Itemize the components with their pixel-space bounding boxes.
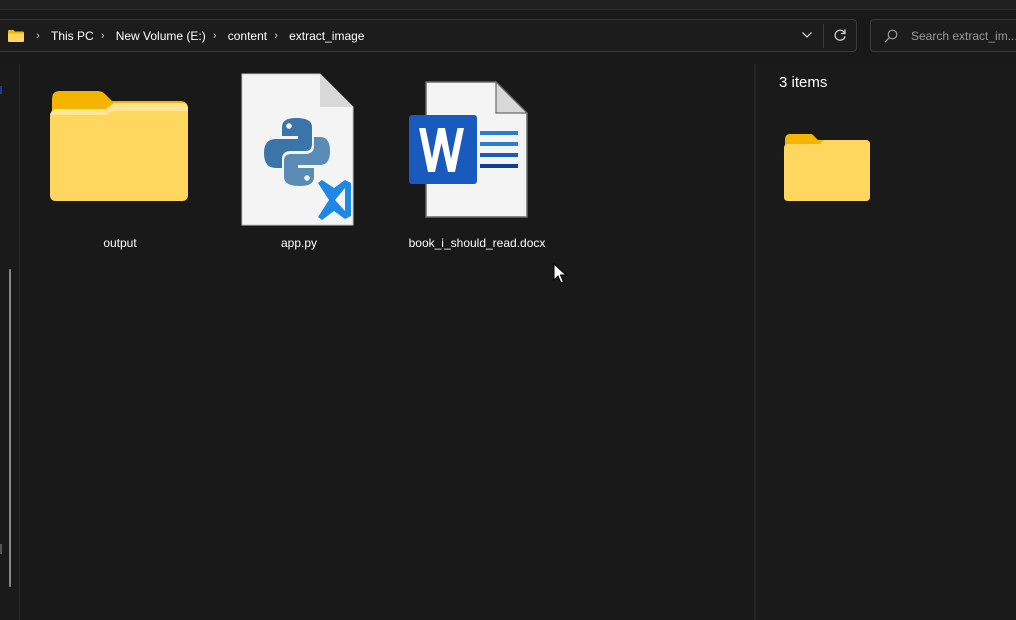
python-file-icon <box>241 73 354 226</box>
address-divider <box>823 24 824 48</box>
mouse-pointer-icon <box>553 263 567 284</box>
item-count: 3 items <box>779 74 828 91</box>
chevron-right-icon[interactable]: › <box>97 30 109 42</box>
refresh-icon <box>834 29 846 41</box>
nav-item-marker <box>0 544 2 554</box>
details-pane: 3 items <box>756 64 1016 620</box>
file-name: book_i_should_read.docx <box>408 236 546 250</box>
nav-selection-marker <box>0 86 2 94</box>
file-list[interactable]: output app.py book_i_should_read.docx <box>21 64 754 620</box>
search-input[interactable] <box>911 27 1016 45</box>
address-history-dropdown[interactable] <box>799 26 815 44</box>
breadcrumb-item-extract-image[interactable]: extract_image <box>287 29 366 43</box>
file-name: output <box>103 236 137 250</box>
chevron-down-icon <box>802 32 812 38</box>
breadcrumb-item-this-pc[interactable]: This PC <box>49 29 96 43</box>
refresh-button[interactable] <box>831 26 849 44</box>
file-name: app.py <box>280 236 318 250</box>
navigation-pane[interactable] <box>0 64 20 620</box>
chevron-right-icon[interactable]: › <box>270 30 282 42</box>
window-top-strip <box>0 0 1016 10</box>
breadcrumb-item-new-volume[interactable]: New Volume (E:) <box>114 29 208 43</box>
folder-icon <box>784 134 870 201</box>
chevron-right-icon[interactable]: › <box>209 30 221 42</box>
search-icon <box>883 28 899 44</box>
file-item-docx[interactable]: book_i_should_read.docx <box>397 71 557 251</box>
file-item-app-py[interactable]: app.py <box>219 71 379 251</box>
nav-scrollbar[interactable] <box>9 269 11 587</box>
search-box[interactable] <box>870 19 1016 52</box>
breadcrumb: › This PC › New Volume (E:) › content › … <box>7 20 366 51</box>
address-bar[interactable]: › This PC › New Volume (E:) › content › … <box>0 19 857 52</box>
folder-icon <box>50 91 188 201</box>
chevron-right-icon[interactable]: › <box>32 30 44 42</box>
breadcrumb-item-content[interactable]: content <box>226 29 269 43</box>
file-item-output[interactable]: output <box>40 71 200 251</box>
word-document-icon <box>409 80 529 218</box>
folder-icon <box>7 29 25 43</box>
